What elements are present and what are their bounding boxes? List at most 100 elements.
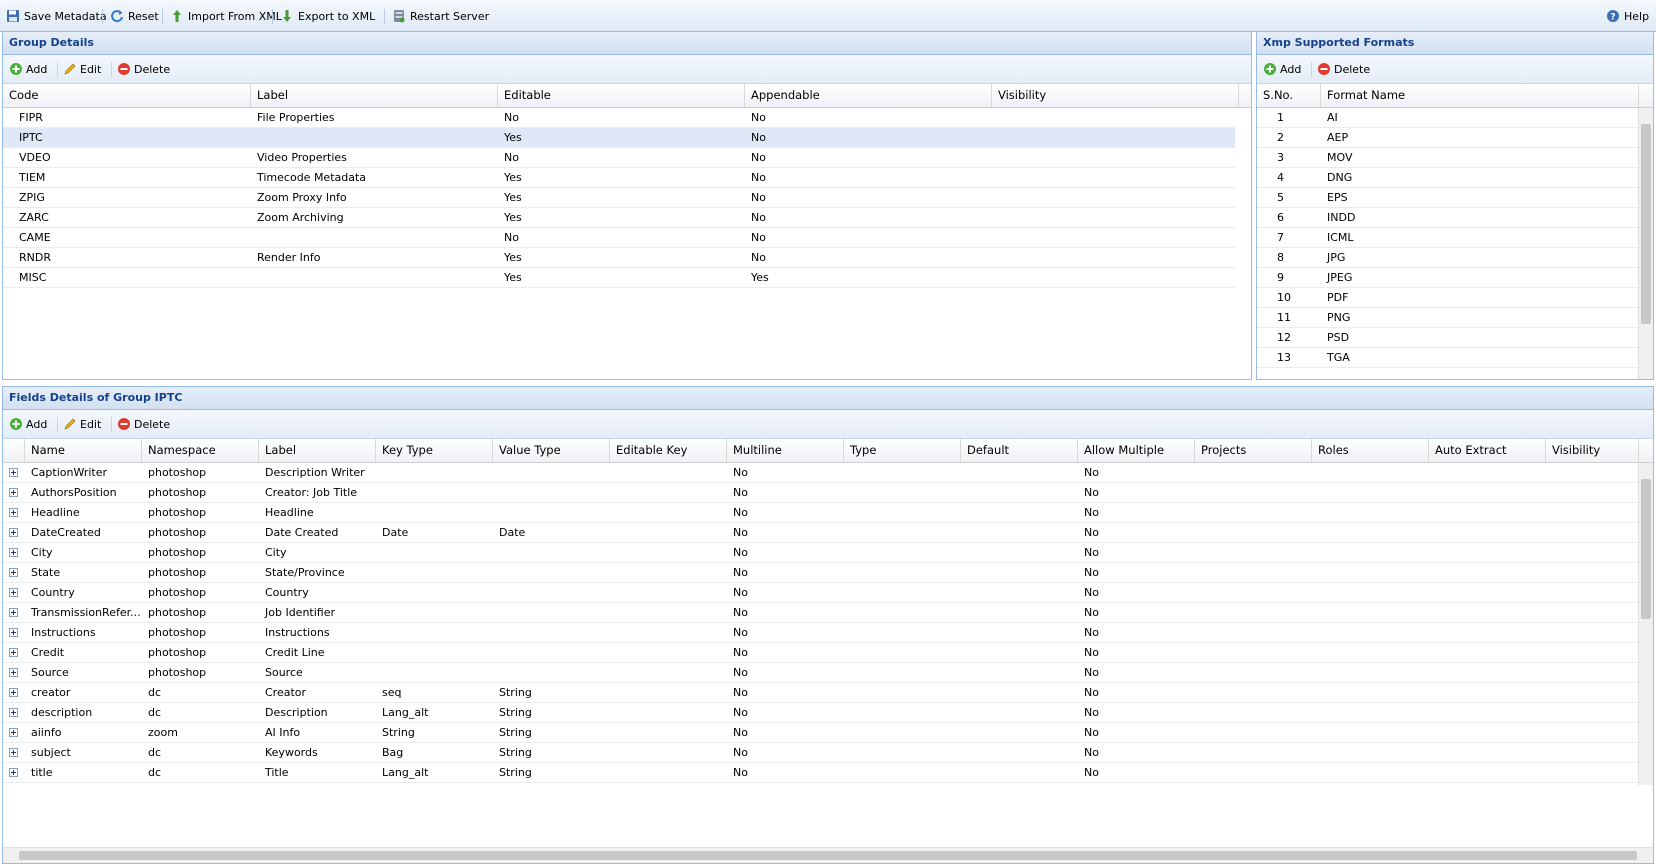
col-allow-multiple[interactable]: Allow Multiple <box>1078 439 1195 462</box>
fields-horizontal-scrollbar[interactable] <box>3 847 1653 863</box>
table-row[interactable]: RNDR Render Info Yes No <box>3 248 1235 268</box>
table-row[interactable]: Credit photoshop Credit Line No No <box>3 643 1639 663</box>
expand-row-button[interactable] <box>5 703 25 723</box>
table-row[interactable]: DateCreated photoshop Date Created Date Date… <box>3 523 1639 543</box>
expand-row-button[interactable] <box>5 483 25 503</box>
cell-appendable: No <box>751 191 766 204</box>
table-row[interactable]: MISC Yes Yes <box>3 268 1235 288</box>
plus-box-icon <box>9 708 18 717</box>
col-appendable[interactable]: Appendable <box>745 84 992 107</box>
col-value-type[interactable]: Value Type <box>493 439 610 462</box>
table-row[interactable]: Headline photoshop Headline No No <box>3 503 1639 523</box>
expand-row-button[interactable] <box>5 503 25 523</box>
col-multiline[interactable]: Multiline <box>727 439 844 462</box>
col-projects[interactable]: Projects <box>1195 439 1312 462</box>
list-item[interactable]: 3 MOV <box>1257 148 1639 168</box>
reset-button[interactable]: Reset <box>110 0 159 32</box>
col-roles[interactable]: Roles <box>1312 439 1429 462</box>
table-row[interactable]: Instructions photoshop Instructions No No <box>3 623 1639 643</box>
list-item[interactable]: 13 TGA <box>1257 348 1639 368</box>
formats-vertical-scrollbar[interactable] <box>1638 108 1653 379</box>
col-label[interactable]: Label <box>251 84 498 107</box>
list-item[interactable]: 11 PNG <box>1257 308 1639 328</box>
expand-row-button[interactable] <box>5 623 25 643</box>
col-auto-extract[interactable]: Auto Extract <box>1429 439 1546 462</box>
table-row[interactable]: CaptionWriter photoshop Description Writer… <box>3 463 1639 483</box>
cell-label: Job Identifier <box>265 606 336 619</box>
cell-ns: photoshop <box>148 566 207 579</box>
list-item[interactable]: 4 DNG <box>1257 168 1639 188</box>
list-item[interactable]: 5 EPS <box>1257 188 1639 208</box>
col-name[interactable]: Name <box>25 439 142 462</box>
expand-row-button[interactable] <box>5 603 25 623</box>
expand-row-button[interactable] <box>5 563 25 583</box>
table-row[interactable]: ZPIG Zoom Proxy Info Yes No <box>3 188 1235 208</box>
expand-row-button[interactable] <box>5 523 25 543</box>
col-namespace[interactable]: Namespace <box>142 439 259 462</box>
table-row[interactable]: State photoshop State/Province No No <box>3 563 1639 583</box>
table-row[interactable]: FIPR File Properties No No <box>3 108 1235 128</box>
table-row[interactable]: CAME No No <box>3 228 1235 248</box>
list-item[interactable]: 1 AI <box>1257 108 1639 128</box>
save-metadata-button[interactable]: Save Metadata <box>6 0 107 32</box>
expand-row-button[interactable] <box>5 723 25 743</box>
help-button[interactable]: ? Help <box>1606 0 1649 32</box>
col-type[interactable]: Type <box>844 439 961 462</box>
expand-row-button[interactable] <box>5 583 25 603</box>
table-row[interactable]: Country photoshop Country No No <box>3 583 1639 603</box>
expand-row-button[interactable] <box>5 543 25 563</box>
group-edit-button[interactable]: Edit <box>63 55 101 83</box>
table-row[interactable]: AuthorsPosition photoshop Creator: Job Tit… <box>3 483 1639 503</box>
import-xml-button[interactable]: Import From XML <box>170 0 282 32</box>
expand-row-button[interactable] <box>5 643 25 663</box>
list-item[interactable]: 2 AEP <box>1257 128 1639 148</box>
list-item[interactable]: 8 JPG <box>1257 248 1639 268</box>
field-delete-button[interactable]: Delete <box>117 410 170 438</box>
cell-format-name: TGA <box>1327 351 1350 364</box>
restart-server-button[interactable]: Restart Server <box>392 0 489 32</box>
col-editable-key[interactable]: Editable Key <box>610 439 727 462</box>
field-add-button[interactable]: Add <box>9 410 47 438</box>
col-editable[interactable]: Editable <box>498 84 745 107</box>
export-xml-button[interactable]: Export to XML <box>280 0 375 32</box>
table-row[interactable]: IPTC Yes No <box>3 128 1235 148</box>
col-label[interactable]: Label <box>259 439 376 462</box>
group-delete-button[interactable]: Delete <box>117 55 170 83</box>
table-row[interactable]: ZARC Zoom Archiving Yes No <box>3 208 1235 228</box>
list-item[interactable]: 12 PSD <box>1257 328 1639 348</box>
list-item[interactable]: 10 PDF <box>1257 288 1639 308</box>
table-row[interactable]: TransmissionRefer... photoshop Job Identif… <box>3 603 1639 623</box>
cell-sno: 8 <box>1277 251 1284 264</box>
fields-vertical-scrollbar[interactable] <box>1638 463 1653 785</box>
cell-code: RNDR <box>19 251 51 264</box>
expand-row-button[interactable] <box>5 663 25 683</box>
table-row[interactable]: aiinfo zoom AI Info String String No No <box>3 723 1639 743</box>
expand-row-button[interactable] <box>5 463 25 483</box>
format-add-button[interactable]: Add <box>1263 55 1301 83</box>
col-code[interactable]: Code <box>3 84 251 107</box>
col-format-name[interactable]: Format Name <box>1321 84 1639 107</box>
col-sno[interactable]: S.No. <box>1257 84 1321 107</box>
col-key-type[interactable]: Key Type <box>376 439 493 462</box>
col-visibility[interactable]: Visibility <box>1546 439 1639 462</box>
table-row[interactable]: title dc Title Lang_alt String No No <box>3 763 1639 783</box>
col-default[interactable]: Default <box>961 439 1078 462</box>
col-visibility[interactable]: Visibility <box>992 84 1239 107</box>
table-row[interactable]: City photoshop City No No <box>3 543 1639 563</box>
table-row[interactable]: creator dc Creator seq String No No <box>3 683 1639 703</box>
expand-row-button[interactable] <box>5 763 25 783</box>
list-item[interactable]: 6 INDD <box>1257 208 1639 228</box>
field-edit-button[interactable]: Edit <box>63 410 101 438</box>
list-item[interactable]: 9 JPEG <box>1257 268 1639 288</box>
svg-text:?: ? <box>1610 13 1615 23</box>
format-delete-button[interactable]: Delete <box>1317 55 1370 83</box>
list-item[interactable]: 7 ICML <box>1257 228 1639 248</box>
table-row[interactable]: description dc Description Lang_alt String No… <box>3 703 1639 723</box>
table-row[interactable]: subject dc Keywords Bag String No No <box>3 743 1639 763</box>
table-row[interactable]: Source photoshop Source No No <box>3 663 1639 683</box>
group-add-button[interactable]: Add <box>9 55 47 83</box>
table-row[interactable]: TIEM Timecode Metadata Yes No <box>3 168 1235 188</box>
expand-row-button[interactable] <box>5 683 25 703</box>
expand-row-button[interactable] <box>5 743 25 763</box>
table-row[interactable]: VDEO Video Properties No No <box>3 148 1235 168</box>
